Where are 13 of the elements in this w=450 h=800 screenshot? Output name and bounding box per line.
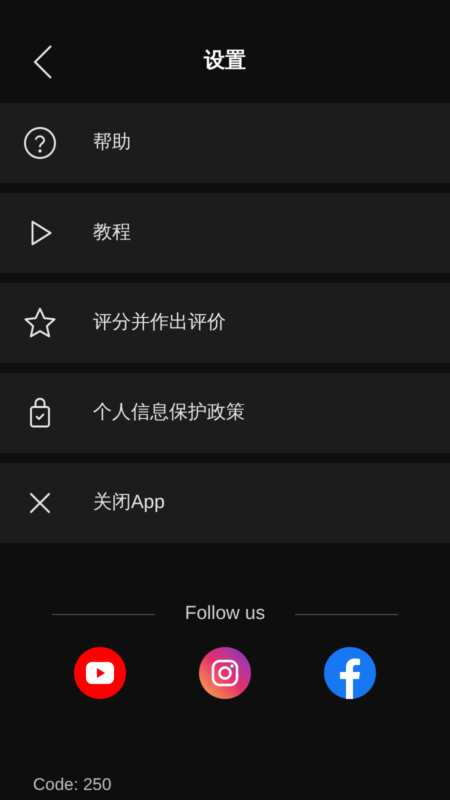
menu-item[interactable]: 评分并作出评价 [0, 283, 450, 363]
code-text: Code: 250 [33, 775, 112, 794]
back-icon [32, 44, 54, 80]
menu-item[interactable]: 个人信息保护政策 [0, 373, 450, 453]
follow-label: Follow us [184, 602, 266, 626]
menu-item[interactable]: 教程 [0, 193, 450, 273]
youtube-icon[interactable] [74, 646, 126, 698]
menu-item[interactable]: 帮助 [0, 103, 450, 183]
page-title: 设置 [204, 48, 246, 74]
menu-item[interactable]: 关闭App [0, 463, 450, 543]
facebook-icon[interactable] [324, 646, 376, 698]
instagram-icon[interactable] [199, 646, 251, 698]
question-icon [22, 125, 58, 161]
